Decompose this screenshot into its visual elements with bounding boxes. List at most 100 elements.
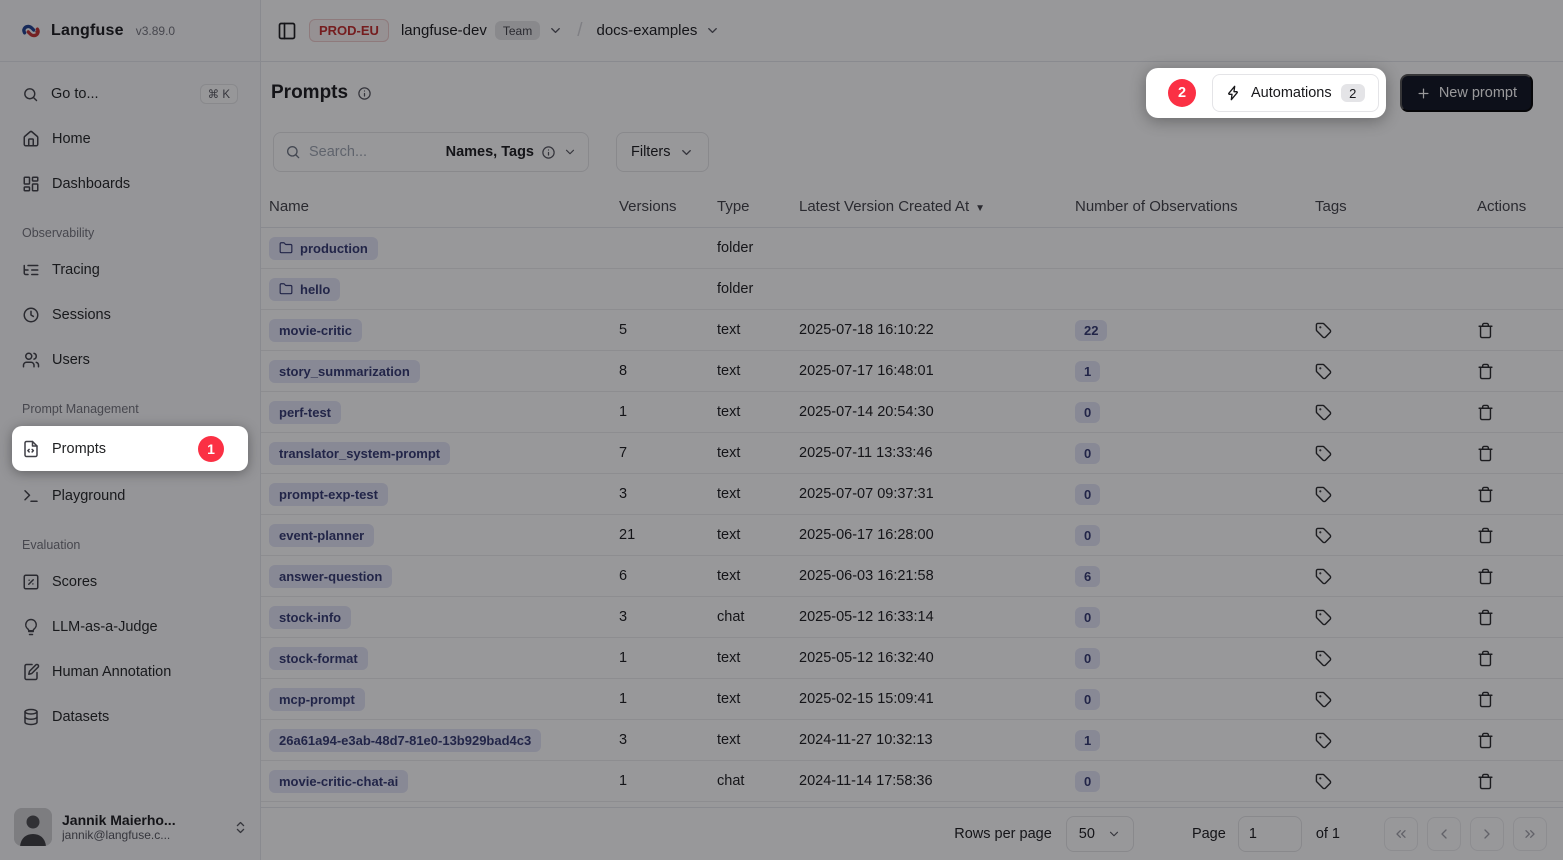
add-tag-button[interactable] (1315, 445, 1332, 462)
prompt-name-pill[interactable]: translator_system-prompt (269, 442, 450, 465)
table-row[interactable]: event-planner21text2025-06-17 16:28:000 (261, 515, 1563, 556)
last-page-button[interactable] (1513, 817, 1547, 851)
table-row[interactable]: stock-info3chat2025-05-12 16:33:140 (261, 597, 1563, 638)
delete-prompt-button[interactable] (1477, 732, 1494, 749)
automations-annotation-callout: 2 Automations 2 (1146, 68, 1386, 118)
sidebar-toggle-button[interactable] (277, 21, 297, 41)
tag-icon (1315, 363, 1332, 380)
table-row[interactable]: 26a61a94-e3ab-48d7-81e0-13b929bad4c33tex… (261, 720, 1563, 761)
sidebar-item-sessions[interactable]: Sessions (12, 295, 248, 335)
add-tag-button[interactable] (1315, 732, 1332, 749)
sidebar-item-tracing[interactable]: Tracing (12, 250, 248, 290)
page-label: Page (1192, 826, 1226, 842)
sidebar-item-prompts[interactable]: Prompts1 (12, 426, 248, 471)
column-header-latest-version-created-at[interactable]: Latest Version Created At▼ (791, 198, 1067, 215)
table-row[interactable]: perf-test1text2025-07-14 20:54:300 (261, 392, 1563, 433)
prompt-name-pill[interactable]: stock-info (269, 606, 351, 629)
delete-prompt-button[interactable] (1477, 404, 1494, 421)
next-page-button[interactable] (1470, 817, 1504, 851)
page-number-input[interactable] (1238, 816, 1302, 852)
project-switcher[interactable]: docs-examples (596, 22, 720, 39)
previous-page-button[interactable] (1427, 817, 1461, 851)
prompt-name-pill[interactable]: story_summarization (269, 360, 420, 383)
chevrons-left-icon (1393, 826, 1409, 842)
add-tag-button[interactable] (1315, 773, 1332, 790)
folder-pill[interactable]: hello (269, 278, 340, 301)
prompt-name-pill[interactable]: stock-format (269, 647, 368, 670)
cell-versions: 3 (611, 732, 709, 748)
filters-button[interactable]: Filters (616, 132, 709, 172)
delete-prompt-button[interactable] (1477, 609, 1494, 626)
table-row[interactable]: mcp-prompt1text2025-02-15 15:09:410 (261, 679, 1563, 720)
search-scope-select[interactable]: Names, Tags (446, 144, 577, 160)
sidebar-item-human-annotation[interactable]: Human Annotation (12, 652, 248, 692)
cell-created-at: 2025-07-14 20:54:30 (791, 404, 1067, 420)
add-tag-button[interactable] (1315, 486, 1332, 503)
sidebar-item-playground[interactable]: Playground (12, 476, 248, 516)
automations-button[interactable]: Automations 2 (1212, 74, 1379, 112)
table-row[interactable]: story_summarization8text2025-07-17 16:48… (261, 351, 1563, 392)
prompt-name-pill[interactable]: event-planner (269, 524, 374, 547)
add-tag-button[interactable] (1315, 650, 1332, 667)
delete-prompt-button[interactable] (1477, 650, 1494, 667)
search-input[interactable] (309, 144, 438, 160)
prompt-name-pill[interactable]: answer-question (269, 565, 392, 588)
delete-prompt-button[interactable] (1477, 322, 1494, 339)
organization-switcher[interactable]: langfuse-dev Team (401, 21, 563, 40)
add-tag-button[interactable] (1315, 568, 1332, 585)
environment-badge: PROD-EU (309, 19, 389, 42)
add-tag-button[interactable] (1315, 363, 1332, 380)
add-tag-button[interactable] (1315, 527, 1332, 544)
add-tag-button[interactable] (1315, 322, 1332, 339)
delete-prompt-button[interactable] (1477, 773, 1494, 790)
add-tag-button[interactable] (1315, 404, 1332, 421)
rows-per-page-select[interactable]: 50 (1066, 816, 1134, 852)
goto-search-button[interactable]: Go to... ⌘ K (12, 74, 248, 114)
prompt-name-pill[interactable]: movie-critic (269, 319, 362, 342)
delete-prompt-button[interactable] (1477, 486, 1494, 503)
cell-tags (1307, 527, 1469, 544)
delete-prompt-button[interactable] (1477, 445, 1494, 462)
add-tag-button[interactable] (1315, 609, 1332, 626)
rows-per-page-value: 50 (1079, 826, 1095, 842)
folder-pill[interactable]: production (269, 237, 378, 260)
delete-prompt-button[interactable] (1477, 527, 1494, 544)
table-row[interactable]: translator_system-prompt7text2025-07-11 … (261, 433, 1563, 474)
table-row[interactable]: prompt-exp-test3text2025-07-07 09:37:310 (261, 474, 1563, 515)
first-page-button[interactable] (1384, 817, 1418, 851)
table-row[interactable]: movie-critic5text2025-07-18 16:10:2222 (261, 310, 1563, 351)
table-row[interactable]: answer-question6text2025-06-03 16:21:586 (261, 556, 1563, 597)
sidebar-item-llm-as-a-judge[interactable]: LLM-as-a-Judge (12, 607, 248, 647)
logo-row: Langfuse v3.89.0 (0, 0, 260, 62)
sidebar-item-users[interactable]: Users (12, 340, 248, 380)
prompt-name-pill[interactable]: 26a61a94-e3ab-48d7-81e0-13b929bad4c3 (269, 729, 541, 752)
langfuse-logo-icon (20, 20, 42, 42)
delete-prompt-button[interactable] (1477, 363, 1494, 380)
table-row[interactable]: productionfolder (261, 228, 1563, 269)
annotation-step-2-badge: 2 (1168, 79, 1196, 107)
prompt-name-pill[interactable]: movie-critic-chat-ai (269, 770, 408, 793)
cell-name: production (261, 237, 611, 260)
sidebar-item-dashboards[interactable]: Dashboards (12, 164, 248, 204)
plus-icon (1416, 86, 1431, 101)
sidebar-item-home[interactable]: Home (12, 119, 248, 159)
cell-actions (1469, 445, 1563, 462)
delete-prompt-button[interactable] (1477, 691, 1494, 708)
info-icon[interactable] (357, 86, 372, 101)
user-menu[interactable]: Jannik Maierho... jannik@langfuse.c... (0, 796, 260, 860)
prompt-name-pill[interactable]: prompt-exp-test (269, 483, 388, 506)
add-tag-button[interactable] (1315, 691, 1332, 708)
sidebar-item-scores[interactable]: Scores (12, 562, 248, 602)
table-row[interactable]: hellofolder (261, 269, 1563, 310)
new-prompt-button[interactable]: New prompt (1400, 74, 1533, 112)
chevron-right-icon (1479, 826, 1495, 842)
cell-created-at: 2025-07-17 16:48:01 (791, 363, 1067, 379)
table-row[interactable]: movie-critic-chat-ai1chat2024-11-14 17:5… (261, 761, 1563, 802)
prompt-name-pill[interactable]: perf-test (269, 401, 341, 424)
trash-icon (1477, 363, 1494, 380)
folder-icon (279, 282, 293, 296)
table-row[interactable]: stock-format1text2025-05-12 16:32:400 (261, 638, 1563, 679)
delete-prompt-button[interactable] (1477, 568, 1494, 585)
prompt-name-pill[interactable]: mcp-prompt (269, 688, 365, 711)
sidebar-item-datasets[interactable]: Datasets (12, 697, 248, 737)
